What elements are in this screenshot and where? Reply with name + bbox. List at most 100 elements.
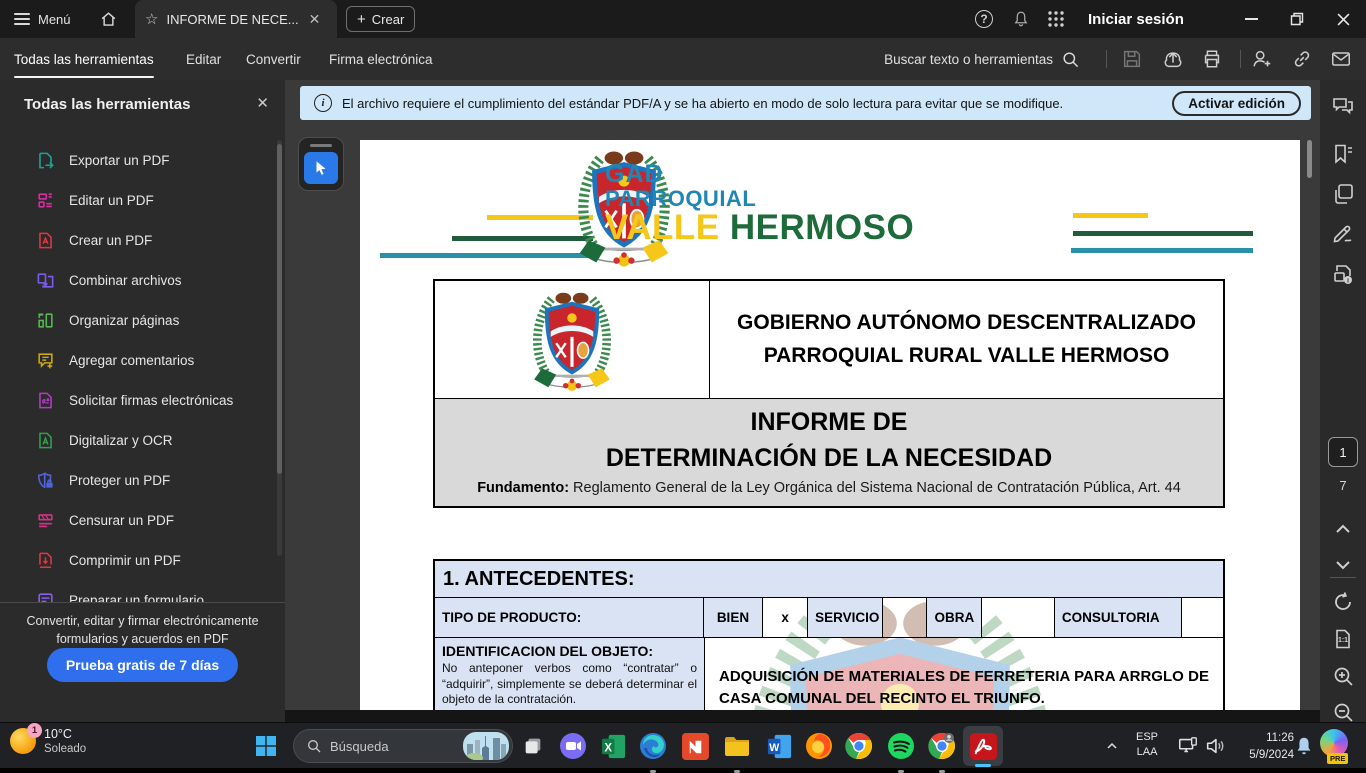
search-tools-button[interactable]: Buscar texto o herramientas xyxy=(884,38,1080,80)
start-button[interactable] xyxy=(250,730,282,762)
sidebar-item-proteger-pdf[interactable]: Proteger un PDF xyxy=(0,460,270,500)
tab-todas-las-herramientas[interactable]: Todas las herramientas xyxy=(14,38,154,80)
app-video-chat[interactable] xyxy=(557,730,589,762)
servicio-mark-cell xyxy=(883,598,928,637)
menu-button[interactable]: Menú xyxy=(14,0,71,38)
sidebar-item-preparar-formulario[interactable]: Preparar un formulario xyxy=(0,580,270,602)
brand-line-teal-right xyxy=(1071,248,1253,253)
floating-tool-palette[interactable] xyxy=(298,137,344,191)
pdf-page[interactable]: GAD PARROQUIAL VALLE HERMOSO GOBIERNO AU… xyxy=(360,140,1300,710)
tool-list: Exportar un PDF Editar un PDF Crear un P… xyxy=(0,132,270,602)
comments-panel-icon[interactable] xyxy=(1331,94,1355,118)
bien-mark-cell: x xyxy=(763,598,808,637)
sidebar-item-organizar-paginas[interactable]: Organizar páginas xyxy=(0,300,270,340)
actual-size-icon[interactable]: 1:1 xyxy=(1331,627,1355,651)
restore-button[interactable] xyxy=(1274,0,1320,38)
firefox-icon xyxy=(805,732,833,760)
sun-icon: 1 xyxy=(10,728,36,754)
tray-time: 11:26 xyxy=(1228,730,1294,747)
servicio-label: SERVICIO xyxy=(808,598,883,637)
sidebar-close-icon[interactable]: ✕ xyxy=(256,94,269,112)
minimize-button[interactable] xyxy=(1228,0,1274,38)
app-spotify[interactable] xyxy=(885,730,917,762)
weather-widget[interactable]: 1 10°C Soleado xyxy=(10,727,86,755)
save-icon[interactable] xyxy=(1121,48,1143,70)
sidebar-item-crear-pdf[interactable]: Crear un PDF xyxy=(0,220,270,260)
previous-page-icon[interactable] xyxy=(1331,517,1355,541)
tab-convertir[interactable]: Convertir xyxy=(246,38,301,80)
chrome-icon xyxy=(845,732,873,760)
close-window-button[interactable] xyxy=(1320,0,1366,38)
svg-text:1:1: 1:1 xyxy=(1338,637,1348,644)
word-icon: W xyxy=(766,733,793,760)
create-button[interactable]: + Crear xyxy=(346,6,415,32)
app-excel[interactable]: X xyxy=(597,730,629,762)
rotate-page-icon[interactable] xyxy=(1331,590,1355,614)
zoom-in-icon[interactable] xyxy=(1331,664,1355,688)
tab-close-icon[interactable]: ✕ xyxy=(307,11,323,28)
minimize-icon xyxy=(1245,18,1258,20)
home-button[interactable] xyxy=(99,0,118,38)
page-thumbnails-icon[interactable] xyxy=(1331,182,1355,206)
weather-condition: Soleado xyxy=(44,743,86,755)
volume-button[interactable] xyxy=(1199,730,1231,762)
help-button[interactable]: ? xyxy=(975,0,993,38)
language-indicator[interactable]: ESP LAA xyxy=(1136,730,1158,761)
print-icon[interactable] xyxy=(1201,48,1223,70)
search-highlight-image[interactable] xyxy=(463,732,509,760)
notifications-button[interactable] xyxy=(1012,0,1030,38)
star-icon[interactable]: ☆ xyxy=(145,10,158,28)
current-page-indicator[interactable]: 1 xyxy=(1328,437,1358,467)
app-file-explorer[interactable] xyxy=(721,730,753,762)
app-chrome-profile[interactable] xyxy=(926,730,958,762)
apps-grid-button[interactable] xyxy=(1047,0,1065,38)
app-firefox[interactable] xyxy=(803,730,835,762)
app-nitro-pdf[interactable] xyxy=(679,730,711,762)
total-pages-label: 7 xyxy=(1320,478,1366,493)
enable-editing-button[interactable]: Activar edición xyxy=(1172,91,1301,116)
notice-text: El archivo requiere el cumplimiento del … xyxy=(342,96,1063,111)
document-tab[interactable]: ☆ INFORME DE NECE... ✕ xyxy=(135,0,337,38)
sidebar-item-comprimir-pdf[interactable]: Comprimir un PDF xyxy=(0,540,270,580)
tab-editar[interactable]: Editar xyxy=(186,38,221,80)
sign-in-button[interactable]: Iniciar sesión xyxy=(1088,0,1184,38)
sidebar-item-editar-pdf[interactable]: Editar un PDF xyxy=(0,180,270,220)
sidebar-item-exportar-pdf[interactable]: Exportar un PDF xyxy=(0,140,270,180)
link-icon[interactable] xyxy=(1291,48,1313,70)
sidebar-item-censurar-pdf[interactable]: Censurar un PDF xyxy=(0,500,270,540)
app-chrome[interactable] xyxy=(843,730,875,762)
notification-center-button[interactable] xyxy=(1288,730,1320,762)
attachments-info-icon[interactable]: i xyxy=(1331,262,1355,286)
zoom-out-icon[interactable] xyxy=(1331,700,1355,724)
windows-taskbar: 1 10°C Soleado Búsqueda X W xyxy=(0,722,1366,768)
document-scrollbar-thumb[interactable] xyxy=(1307,140,1312,178)
app-acrobat[interactable] xyxy=(967,730,999,762)
document-canvas: i El archivo requiere el cumplimiento de… xyxy=(285,80,1320,722)
clock-widget[interactable]: 11:26 5/9/2024 xyxy=(1228,730,1294,763)
drag-handle[interactable] xyxy=(310,144,332,147)
sidebar-item-solicitar-firmas[interactable]: Solicitar firmas electrónicas xyxy=(0,380,270,420)
app-word[interactable]: W xyxy=(763,730,795,762)
sidebar-item-agregar-comentarios[interactable]: Agregar comentarios xyxy=(0,340,270,380)
divider xyxy=(1240,50,1241,68)
tab-firma-electronica[interactable]: Firma electrónica xyxy=(329,38,433,80)
task-view-button[interactable] xyxy=(517,730,549,762)
mail-icon[interactable] xyxy=(1330,48,1352,70)
signature-panel-icon[interactable] xyxy=(1331,222,1355,246)
sidebar-item-digitalizar-ocr[interactable]: Digitalizar y OCR xyxy=(0,420,270,460)
add-person-icon[interactable] xyxy=(1251,48,1273,70)
free-trial-button[interactable]: Prueba gratis de 7 días xyxy=(47,648,238,682)
select-tool-button[interactable] xyxy=(304,152,338,184)
taskbar-search-box[interactable]: Búsqueda xyxy=(293,729,513,763)
chevron-up-icon xyxy=(1104,738,1120,754)
next-page-icon[interactable] xyxy=(1331,553,1355,577)
sidebar-scrollbar-thumb[interactable] xyxy=(277,144,282,474)
consultoria-mark-cell xyxy=(1182,598,1223,637)
report-title-line1: INFORME DE xyxy=(443,404,1215,440)
tray-overflow-button[interactable] xyxy=(1096,730,1128,762)
acrobat-icon xyxy=(970,733,997,760)
sidebar-item-combinar-archivos[interactable]: Combinar archivos xyxy=(0,260,270,300)
share-upload-icon[interactable] xyxy=(1162,48,1184,70)
app-edge[interactable] xyxy=(637,730,669,762)
bookmarks-panel-icon[interactable] xyxy=(1331,142,1355,166)
